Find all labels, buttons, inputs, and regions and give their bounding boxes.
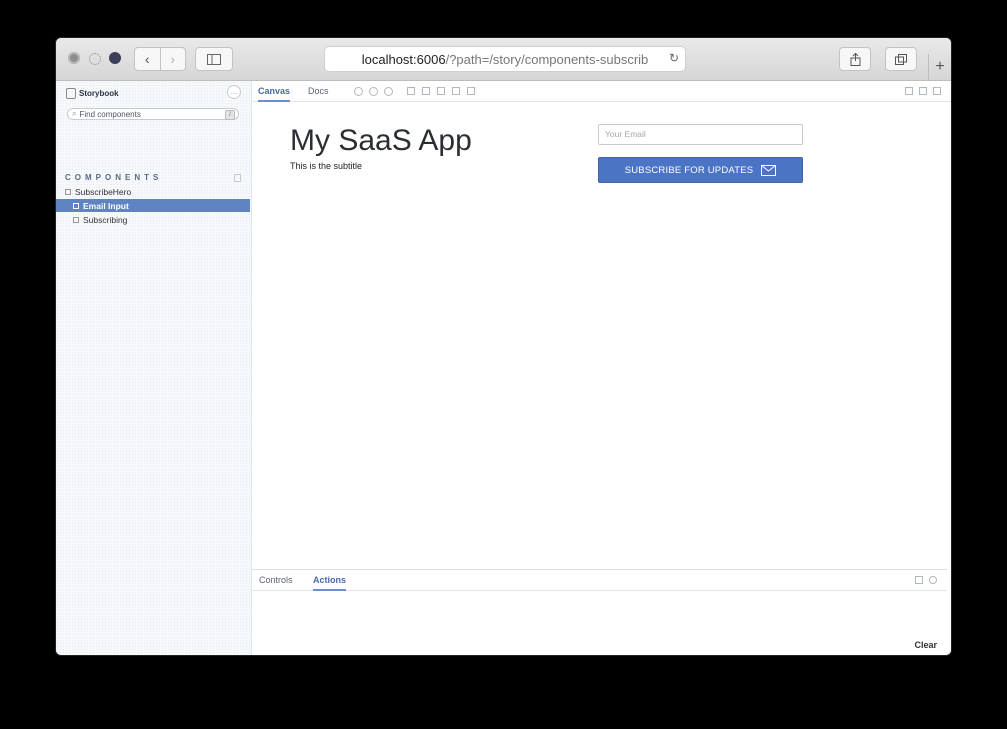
- tab-canvas[interactable]: Canvas: [258, 84, 291, 102]
- reload-icon[interactable]: ↻: [669, 51, 679, 65]
- tree-item-label: Email Input: [83, 200, 129, 211]
- storybook-logo-icon: [66, 88, 76, 99]
- hero-title: My SaaS App: [290, 124, 472, 157]
- subscribe-button-label: SUBSCRIBE FOR UPDATES: [624, 164, 754, 176]
- measure-icon[interactable]: [452, 87, 460, 95]
- search-shortcut-badge: /: [225, 110, 235, 120]
- tabs-overview-button[interactable]: [885, 47, 917, 71]
- zoom-out-icon[interactable]: [369, 87, 378, 96]
- addons-tabbar: Controls Actions: [252, 570, 947, 591]
- zoom-reset-icon[interactable]: [384, 87, 393, 96]
- search-input[interactable]: ⌕ Find components /: [67, 108, 239, 120]
- chevron-right-icon: ›: [170, 51, 176, 67]
- url-path: /?path=/story/components-subscrib: [445, 51, 649, 67]
- fullscreen-icon[interactable]: [905, 87, 913, 95]
- close-window-button[interactable]: [68, 52, 80, 64]
- plus-icon: +: [935, 58, 945, 75]
- chevron-left-icon: ‹: [144, 51, 150, 67]
- preview-toolbar: Canvas Docs: [252, 81, 951, 102]
- clear-button[interactable]: Clear: [908, 638, 943, 652]
- storybook-sidebar: Storybook … ⌕ Find components / COMPONEN…: [56, 81, 252, 655]
- ellipsis-icon: …: [230, 88, 238, 96]
- address-bar[interactable]: localhost:6006/?path=/story/components-s…: [324, 46, 686, 72]
- share-icon: [850, 52, 860, 66]
- tree-item-email-input[interactable]: Email Input: [56, 199, 250, 212]
- minimize-window-button[interactable]: [89, 53, 101, 65]
- browser-window: ‹ › localhost:6006/?path=/story/componen…: [56, 38, 951, 655]
- tab-controls[interactable]: Controls: [259, 573, 293, 589]
- grid-icon[interactable]: [422, 87, 430, 95]
- envelope-icon: [761, 164, 777, 176]
- sidebar-menu-button[interactable]: …: [227, 85, 241, 99]
- email-placeholder: Your Email: [605, 129, 646, 139]
- forward-button[interactable]: ›: [160, 47, 186, 71]
- share-button[interactable]: [839, 47, 871, 71]
- zoom-window-button[interactable]: [109, 52, 121, 64]
- close-panel-icon[interactable]: [929, 576, 937, 584]
- viewport-icon[interactable]: [437, 87, 445, 95]
- email-input[interactable]: Your Email: [598, 124, 803, 145]
- search-icon: ⌕: [72, 109, 77, 118]
- back-button[interactable]: ‹: [134, 47, 161, 71]
- outline-icon[interactable]: [467, 87, 475, 95]
- tabs-icon: [895, 53, 907, 65]
- tab-actions[interactable]: Actions: [313, 573, 347, 591]
- storybook-brand[interactable]: Storybook: [66, 88, 119, 99]
- addons-panel: Controls Actions Clear: [252, 569, 947, 655]
- hero-subtitle: This is the subtitle: [290, 161, 363, 171]
- tab-docs[interactable]: Docs: [308, 84, 329, 100]
- sidebar-icon: [207, 53, 221, 65]
- zoom-in-icon[interactable]: [354, 87, 363, 96]
- background-icon[interactable]: [407, 87, 415, 95]
- search-placeholder: Find components: [79, 109, 141, 119]
- story-icon: [73, 202, 79, 209]
- open-new-tab-icon[interactable]: [919, 87, 927, 95]
- url-host: localhost:6006: [361, 51, 446, 67]
- tree-item-subscribehero[interactable]: SubscribeHero: [56, 185, 250, 198]
- section-toggle-icon[interactable]: [234, 174, 241, 182]
- panel-orientation-icon[interactable]: [915, 576, 923, 584]
- tree-item-subscribing[interactable]: Subscribing: [56, 213, 250, 226]
- subscribe-button[interactable]: SUBSCRIBE FOR UPDATES: [598, 157, 803, 183]
- sidebar-toggle-button[interactable]: [195, 47, 233, 71]
- tree-item-label: SubscribeHero: [75, 186, 132, 197]
- component-icon: [65, 188, 71, 195]
- storybook-main: Canvas Docs My SaaS App This is the subt…: [252, 81, 951, 655]
- story-canvas: My SaaS App This is the subtitle Your Em…: [252, 102, 947, 568]
- story-icon: [73, 216, 79, 223]
- tree-item-label: Subscribing: [83, 214, 128, 225]
- brand-label: Storybook: [79, 89, 119, 98]
- browser-toolbar: ‹ › localhost:6006/?path=/story/componen…: [56, 38, 951, 81]
- history-nav: ‹ ›: [134, 47, 186, 71]
- new-tab-button[interactable]: +: [928, 54, 951, 80]
- components-section-label: COMPONENTS: [65, 173, 163, 182]
- copy-link-icon[interactable]: [933, 87, 941, 95]
